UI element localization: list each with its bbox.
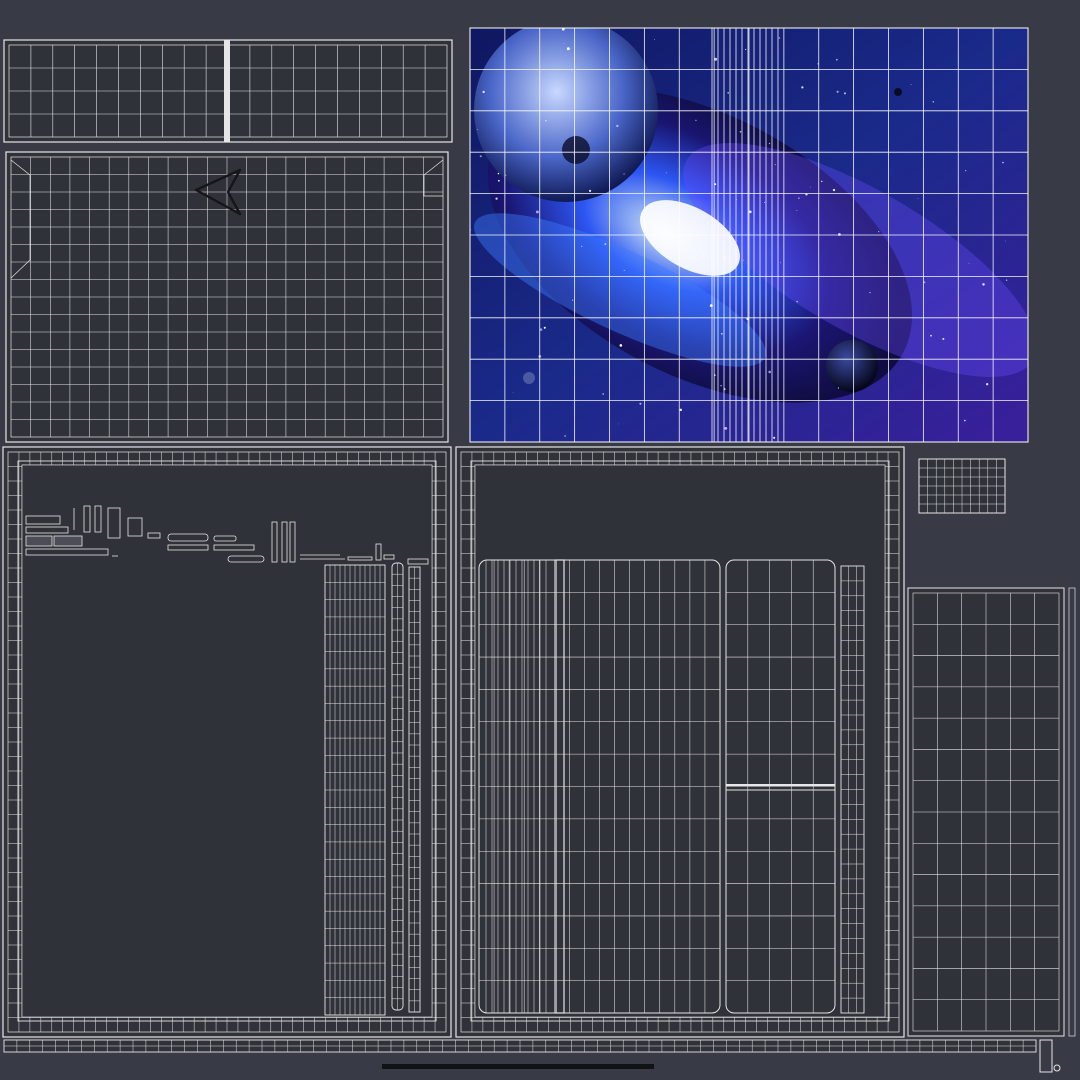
uv-texture-layout xyxy=(0,0,1080,1080)
uv-back-panel xyxy=(5,151,449,443)
space-texture-image xyxy=(469,27,1029,443)
uv-front-panel-left xyxy=(2,446,452,1038)
uv-strip-top xyxy=(3,39,453,143)
uv-screen-panel xyxy=(907,587,1076,1037)
uv-small-swatch xyxy=(918,458,1006,514)
uv-strip-bottom xyxy=(3,1039,1061,1073)
uv-canvas xyxy=(2,27,1076,1073)
uv-front-panel-right xyxy=(455,446,905,1038)
